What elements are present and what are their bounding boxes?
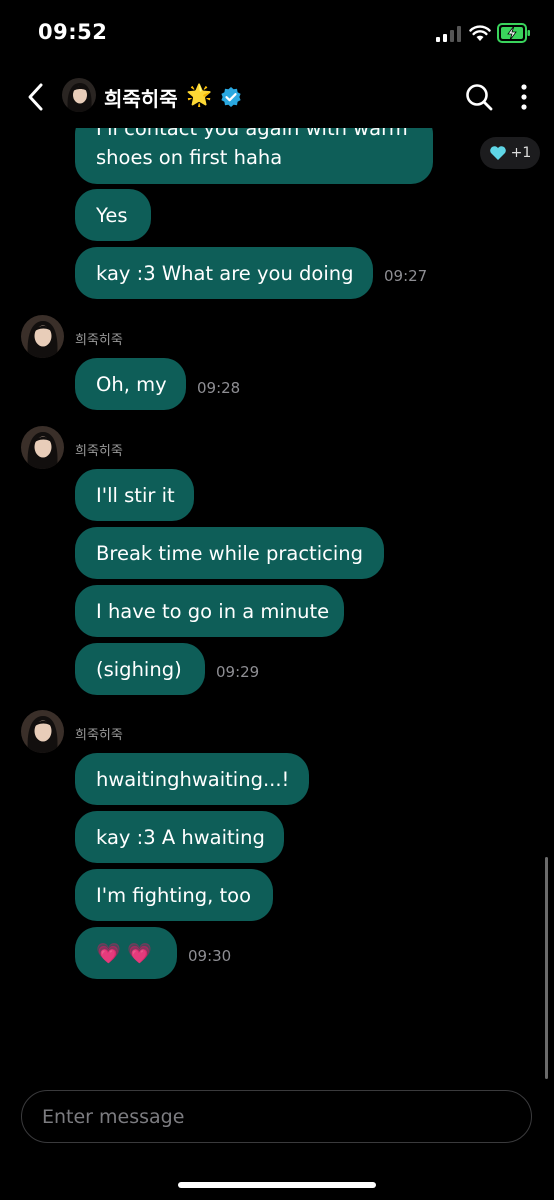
message-bubble[interactable]: I have to go in a minute <box>75 585 344 637</box>
sender-name: 희죽히죽 <box>75 728 123 743</box>
sender-name: 희죽히죽 <box>75 333 123 348</box>
message-bubble[interactable]: I'm fighting, too <box>75 869 273 921</box>
message-input[interactable] <box>21 1090 532 1143</box>
message-bubble[interactable]: kay :3 What are you doing <box>75 247 373 299</box>
chat-title: 희죽히죽 <box>104 87 178 111</box>
sender-avatar[interactable] <box>21 710 64 753</box>
message-bubble[interactable]: (sighing) <box>75 643 205 695</box>
message-bubble[interactable]: I'll contact you again with warm shoes o… <box>75 128 433 184</box>
message-bubble[interactable]: 💗 💗 <box>75 927 177 979</box>
message-timestamp: 09:29 <box>216 663 260 681</box>
message-text: Break time while practicing <box>96 541 364 565</box>
home-indicator[interactable] <box>178 1182 376 1188</box>
more-options-icon[interactable] <box>518 82 530 112</box>
message-text: I'll contact you again with warm <box>96 128 408 140</box>
message-bubble[interactable]: kay :3 A hwaiting <box>75 811 284 863</box>
message-text: Oh, my <box>96 372 167 396</box>
message-bubble[interactable]: Break time while practicing <box>75 527 384 579</box>
message-bubble[interactable]: Yes <box>75 189 151 241</box>
message-list[interactable]: I'll contact you again with warm shoes o… <box>0 128 554 1000</box>
message-text: 💗 💗 <box>96 941 153 965</box>
message-text: Yes <box>96 203 128 227</box>
header-avatar[interactable] <box>62 78 96 112</box>
message-text: I'm fighting, too <box>96 883 252 907</box>
search-icon[interactable] <box>464 82 494 112</box>
battery-charging-icon <box>497 23 530 43</box>
wifi-icon <box>469 25 491 41</box>
verified-badge-icon <box>221 87 241 107</box>
message-timestamp: 09:30 <box>188 947 232 965</box>
message-text: hwaitinghwaiting...! <box>96 767 290 791</box>
message-text: kay :3 What are you doing <box>96 261 354 285</box>
reaction-count: +1 <box>510 145 532 161</box>
sender-avatar[interactable] <box>21 315 64 358</box>
scrollbar[interactable] <box>545 857 548 1079</box>
message-text: kay :3 A hwaiting <box>96 825 265 849</box>
message-bubble[interactable]: I'll stir it <box>75 469 194 521</box>
reaction-badge[interactable]: +1 <box>480 137 540 169</box>
star-badge-icon: 🌟 <box>186 83 213 107</box>
signal-icon <box>436 26 461 42</box>
status-time: 09:52 <box>38 20 108 44</box>
message-text: (sighing) <box>96 657 182 681</box>
sender-avatar[interactable] <box>21 426 64 469</box>
message-text: shoes on first haha <box>96 146 283 169</box>
message-timestamp: 09:28 <box>197 379 241 397</box>
heart-icon <box>489 146 506 160</box>
back-arrow-icon[interactable] <box>24 80 48 114</box>
message-bubble[interactable]: Oh, my <box>75 358 186 410</box>
message-text: I have to go in a minute <box>96 599 330 623</box>
sender-name: 희죽히죽 <box>75 444 123 459</box>
message-text: I'll stir it <box>96 483 175 507</box>
message-bubble[interactable]: hwaitinghwaiting...! <box>75 753 309 805</box>
message-timestamp: 09:27 <box>384 267 428 285</box>
